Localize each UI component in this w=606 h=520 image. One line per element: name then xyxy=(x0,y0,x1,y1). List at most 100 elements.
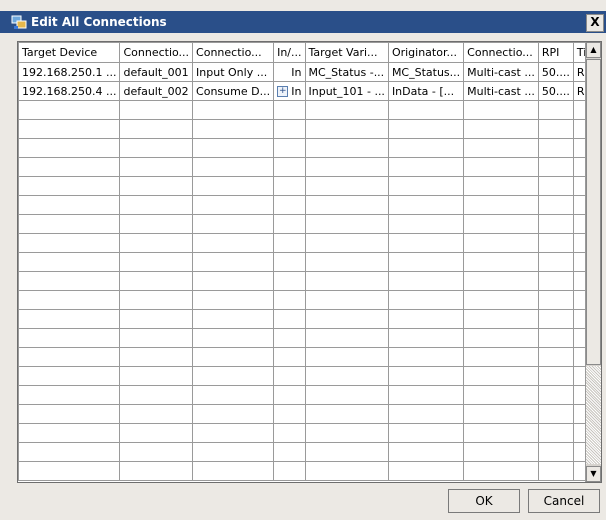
empty-cell[interactable] xyxy=(537,252,574,272)
column-header-rpi[interactable]: RPI xyxy=(537,42,574,63)
empty-table-row[interactable] xyxy=(18,176,601,196)
empty-cell[interactable] xyxy=(273,214,306,234)
empty-cell[interactable] xyxy=(273,290,306,310)
empty-cell[interactable] xyxy=(537,366,574,386)
empty-cell[interactable] xyxy=(463,328,539,348)
cell-originator-variable[interactable]: MC_Status... xyxy=(387,62,465,82)
empty-cell[interactable] xyxy=(273,442,306,462)
empty-cell[interactable] xyxy=(273,100,306,120)
empty-cell[interactable] xyxy=(119,214,194,234)
empty-cell[interactable] xyxy=(304,385,389,405)
empty-cell[interactable] xyxy=(537,138,574,158)
empty-cell[interactable] xyxy=(192,138,275,158)
empty-cell[interactable] xyxy=(387,138,465,158)
empty-cell[interactable] xyxy=(192,252,275,272)
empty-cell[interactable] xyxy=(192,290,275,310)
empty-cell[interactable] xyxy=(273,404,306,424)
empty-cell[interactable] xyxy=(387,119,465,139)
empty-table-row[interactable] xyxy=(18,461,601,481)
cell-connection-name[interactable]: default_002 xyxy=(119,81,194,101)
empty-cell[interactable] xyxy=(273,461,306,481)
empty-table-row[interactable] xyxy=(18,138,601,158)
vertical-scrollbar[interactable]: ▲ ▼ xyxy=(585,42,601,482)
cell-connection-type[interactable]: Input Only ... xyxy=(192,62,275,82)
column-header-target-variable[interactable]: Target Vari... xyxy=(304,42,389,63)
empty-cell[interactable] xyxy=(537,195,574,215)
table-row[interactable]: 192.168.250.4 ... default_002 Consume D.… xyxy=(18,81,601,101)
empty-cell[interactable] xyxy=(119,404,194,424)
empty-cell[interactable] xyxy=(119,442,194,462)
cell-connection-name[interactable]: default_001 xyxy=(119,62,194,82)
cell-rpi[interactable]: 50.... xyxy=(537,81,574,101)
empty-cell[interactable] xyxy=(537,442,574,462)
empty-cell[interactable] xyxy=(537,461,574,481)
empty-cell[interactable] xyxy=(119,233,194,253)
empty-cell[interactable] xyxy=(463,119,539,139)
empty-cell[interactable] xyxy=(537,385,574,405)
empty-cell[interactable] xyxy=(192,100,275,120)
scroll-down-arrow-icon[interactable]: ▼ xyxy=(586,466,601,482)
empty-table-row[interactable] xyxy=(18,100,601,120)
empty-cell[interactable] xyxy=(18,404,121,424)
empty-table-row[interactable] xyxy=(18,157,601,177)
empty-cell[interactable] xyxy=(387,366,465,386)
empty-cell[interactable] xyxy=(387,157,465,177)
empty-cell[interactable] xyxy=(387,385,465,405)
empty-cell[interactable] xyxy=(304,290,389,310)
empty-cell[interactable] xyxy=(18,423,121,443)
empty-table-row[interactable] xyxy=(18,290,601,310)
empty-cell[interactable] xyxy=(537,157,574,177)
empty-cell[interactable] xyxy=(273,271,306,291)
empty-cell[interactable] xyxy=(119,290,194,310)
empty-cell[interactable] xyxy=(537,347,574,367)
empty-cell[interactable] xyxy=(304,328,389,348)
empty-cell[interactable] xyxy=(273,328,306,348)
empty-cell[interactable] xyxy=(537,271,574,291)
empty-cell[interactable] xyxy=(18,385,121,405)
empty-cell[interactable] xyxy=(119,366,194,386)
empty-cell[interactable] xyxy=(537,233,574,253)
empty-cell[interactable] xyxy=(273,119,306,139)
empty-cell[interactable] xyxy=(192,442,275,462)
empty-cell[interactable] xyxy=(18,271,121,291)
empty-cell[interactable] xyxy=(18,461,121,481)
empty-cell[interactable] xyxy=(18,214,121,234)
empty-cell[interactable] xyxy=(537,214,574,234)
empty-cell[interactable] xyxy=(273,366,306,386)
empty-cell[interactable] xyxy=(18,290,121,310)
empty-table-row[interactable] xyxy=(18,404,601,424)
empty-cell[interactable] xyxy=(273,252,306,272)
empty-cell[interactable] xyxy=(387,404,465,424)
empty-cell[interactable] xyxy=(18,328,121,348)
empty-table-row[interactable] xyxy=(18,423,601,443)
empty-table-row[interactable] xyxy=(18,347,601,367)
cell-io[interactable]: In xyxy=(273,62,306,82)
empty-cell[interactable] xyxy=(18,252,121,272)
empty-cell[interactable] xyxy=(192,195,275,215)
empty-table-row[interactable] xyxy=(18,271,601,291)
empty-cell[interactable] xyxy=(119,119,194,139)
empty-cell[interactable] xyxy=(463,366,539,386)
empty-cell[interactable] xyxy=(192,461,275,481)
empty-cell[interactable] xyxy=(463,347,539,367)
empty-cell[interactable] xyxy=(192,423,275,443)
empty-cell[interactable] xyxy=(304,233,389,253)
expand-plus-icon[interactable]: + xyxy=(277,86,289,97)
empty-table-row[interactable] xyxy=(18,119,601,139)
empty-cell[interactable] xyxy=(387,461,465,481)
empty-table-row[interactable] xyxy=(18,309,601,329)
cell-connection-type[interactable]: Consume D... xyxy=(192,81,275,101)
empty-cell[interactable] xyxy=(273,423,306,443)
empty-cell[interactable] xyxy=(273,138,306,158)
empty-cell[interactable] xyxy=(119,309,194,329)
empty-cell[interactable] xyxy=(463,233,539,253)
scroll-thumb[interactable] xyxy=(586,59,601,365)
cell-originator-variable[interactable]: InData - [... xyxy=(387,81,465,101)
empty-cell[interactable] xyxy=(18,442,121,462)
empty-cell[interactable] xyxy=(387,423,465,443)
empty-cell[interactable] xyxy=(463,176,539,196)
close-button[interactable]: X xyxy=(586,14,604,32)
empty-cell[interactable] xyxy=(387,347,465,367)
empty-cell[interactable] xyxy=(537,404,574,424)
empty-cell[interactable] xyxy=(119,347,194,367)
